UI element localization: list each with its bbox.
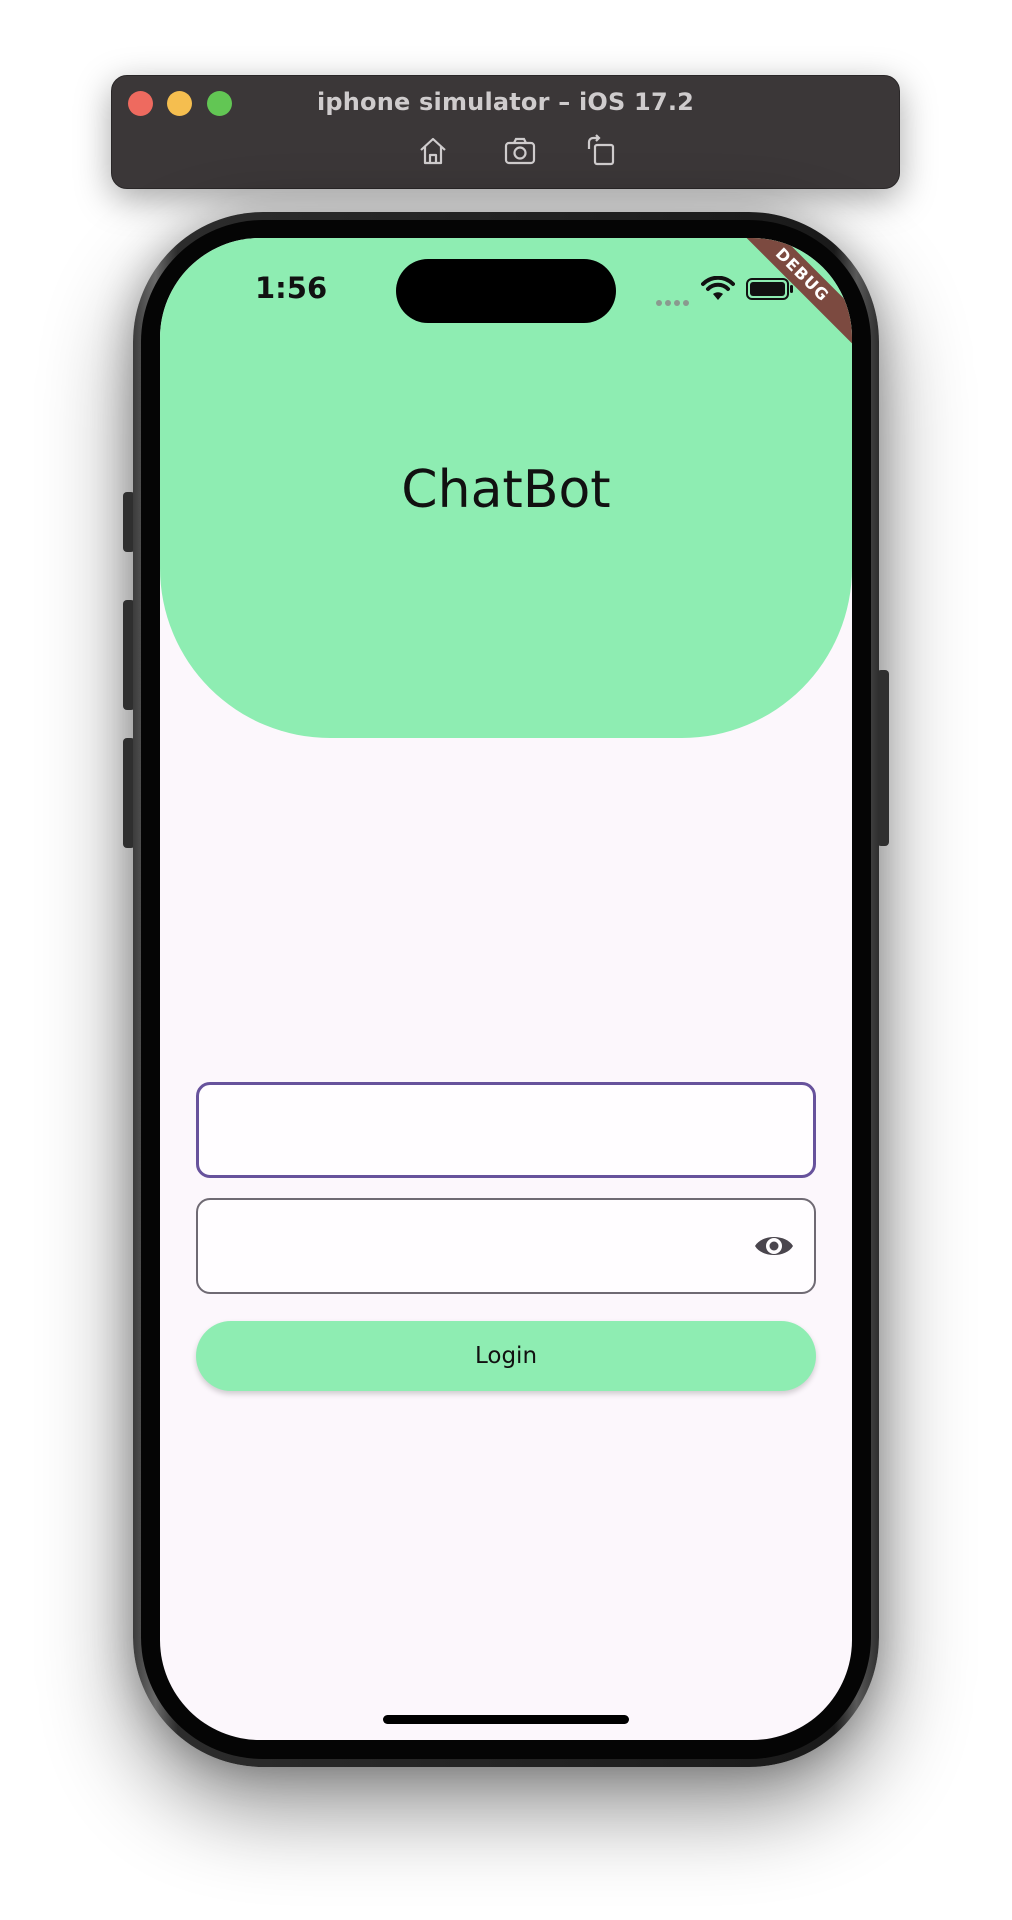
simulator-title-bar: iphone simulator – iOS 17.2	[111, 75, 900, 189]
home-icon[interactable]	[416, 134, 450, 168]
wifi-icon	[701, 276, 735, 300]
home-indicator[interactable]	[383, 1715, 629, 1724]
login-button[interactable]: Login	[196, 1321, 816, 1391]
password-input[interactable]	[196, 1198, 816, 1294]
status-time: 1:56	[255, 271, 328, 305]
debug-label: DEBUG	[732, 238, 852, 348]
username-input[interactable]	[196, 1082, 816, 1178]
eye-icon[interactable]	[754, 1229, 794, 1263]
screenshot-icon[interactable]	[503, 134, 537, 168]
simulator-title: iphone simulator – iOS 17.2	[316, 88, 695, 116]
phone-screen: ChatBot 1:56 DEBUG Login	[160, 238, 852, 1740]
dynamic-island	[396, 259, 616, 323]
app-title: ChatBot	[401, 460, 611, 520]
rotate-icon[interactable]	[584, 134, 618, 168]
debug-banner: DEBUG	[732, 238, 852, 358]
cellular-dots-icon	[656, 293, 692, 311]
